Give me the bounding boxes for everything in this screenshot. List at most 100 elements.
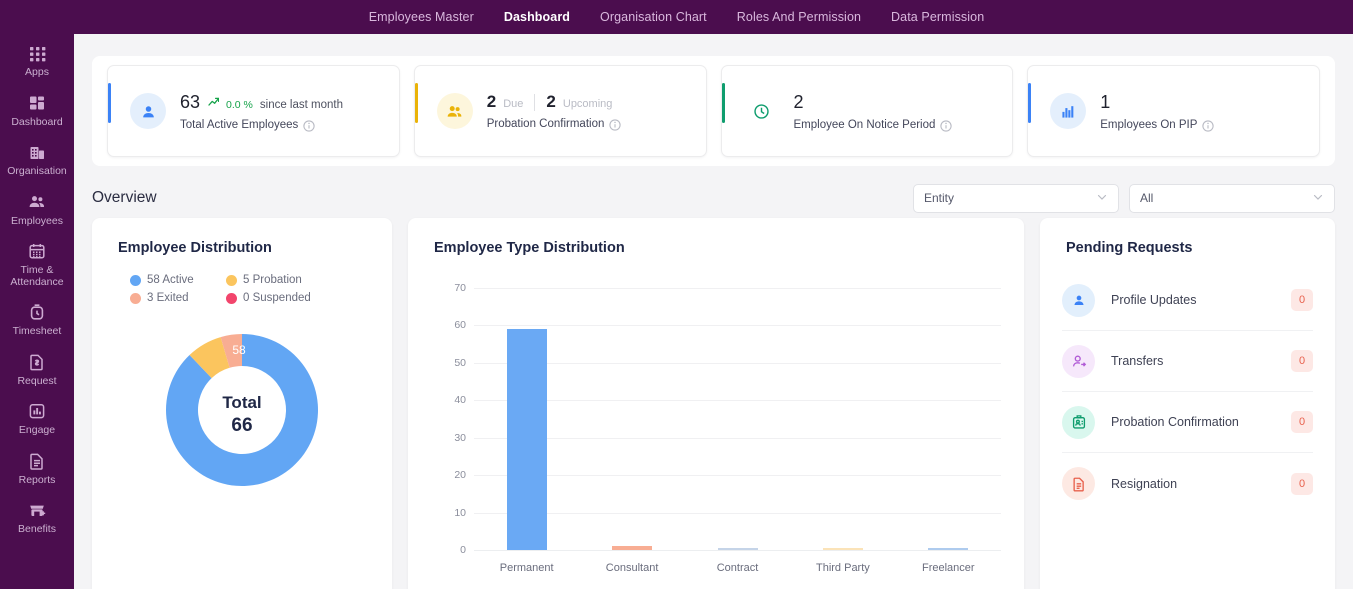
x-axis-line — [474, 550, 1001, 551]
employee-distribution-donut[interactable]: 58 Total 66 — [154, 322, 330, 498]
gridline — [474, 400, 1001, 402]
legend-item: 58 Active — [130, 274, 226, 286]
kpi-card-total-active-employees[interactable]: 63 0.0 % since last month Total Active E… — [107, 65, 400, 157]
kpi-label-row: Total Active Employees — [180, 118, 343, 132]
kpi-label: Probation Confirmation — [486, 118, 605, 130]
pending-request-row[interactable]: Transfers 0 — [1062, 331, 1313, 392]
sidebar-item-request[interactable]: Request — [0, 345, 74, 395]
pending-request-label: Resignation — [1111, 476, 1178, 491]
y-axis-tick: 50 — [454, 356, 466, 369]
sidebar-item-label: Organisation — [7, 165, 67, 177]
sidebar-item-dashboard[interactable]: Dashboard — [0, 86, 74, 136]
legend-color-dot — [226, 292, 237, 304]
topnav-item-roles-and-permission[interactable]: Roles And Permission — [737, 10, 861, 24]
topnav-item-organisation-chart[interactable]: Organisation Chart — [600, 10, 707, 24]
kpi-accent-bar — [1028, 83, 1032, 123]
sidebar-item-apps[interactable]: Apps — [0, 36, 74, 86]
pending-requests-list: Profile Updates 0 Transfers 0 Probation … — [1040, 270, 1335, 514]
benefits-icon — [27, 500, 47, 520]
clock-icon — [743, 93, 780, 129]
dashboard-icon — [27, 93, 47, 113]
legend-color-dot — [130, 274, 141, 286]
bar-chart: 70 60 50 40 30 20 10 0 Permanent Consultant Contra… — [408, 274, 1024, 589]
legend-color-dot — [226, 274, 237, 286]
sidebar-item-reports[interactable]: Reports — [0, 444, 74, 494]
kpi-label-row: Employee On Notice Period — [793, 118, 953, 132]
top-navigation-bar: Employees Master Dashboard Organisation Ch… — [0, 0, 1353, 34]
x-axis-tick-freelancer: Freelancer — [922, 562, 975, 574]
entity-filter-select[interactable]: Entity — [913, 183, 1119, 213]
kpi-card-employees-on-pip[interactable]: 1 Employees On PIP — [1027, 65, 1320, 157]
employee-distribution-panel: Employee Distribution 58 Active 5 Probat… — [92, 218, 392, 589]
gridline — [474, 437, 1001, 439]
sidebar-item-engage[interactable]: Engage — [0, 394, 74, 444]
bar-permanent[interactable] — [506, 329, 547, 550]
apps-grid-icon — [27, 43, 47, 63]
employee-type-distribution-panel: Employee Type Distribution 70 60 50 40 30 20 1… — [408, 218, 1024, 589]
sidebar-item-label: Employees — [11, 214, 63, 227]
calendar-icon — [27, 241, 47, 261]
gridline — [474, 475, 1001, 477]
sidebar-item-benefits[interactable]: Benefits — [0, 493, 74, 543]
kpi-card-row: 63 0.0 % since last month Total Active E… — [92, 56, 1335, 166]
x-axis-tick-contract: Contract — [716, 562, 759, 574]
page-title: Overview — [92, 189, 157, 206]
donut-slice-label: 58 — [232, 343, 246, 357]
kpi-label-row: Employees On PIP — [1100, 119, 1215, 132]
sidebar-item-label: Engage — [18, 424, 56, 436]
employee-type-title: Employee Type Distribution — [434, 240, 625, 256]
kpi-accent-bar — [108, 83, 111, 123]
kpi-value: 2 — [793, 91, 804, 112]
info-icon[interactable] — [1202, 119, 1215, 132]
pending-request-row[interactable]: Probation Confirmation 0 — [1062, 392, 1313, 453]
pending-request-row[interactable]: Resignation 0 — [1062, 453, 1313, 514]
building-icon — [27, 142, 47, 162]
kpi-label: Employee On Notice Period — [793, 118, 936, 131]
main-content: 63 0.0 % since last month Total Active E… — [74, 34, 1353, 589]
info-icon[interactable] — [303, 119, 315, 132]
x-axis-tick-consultant: Consultant — [605, 562, 659, 574]
kpi-value: 1 — [1100, 91, 1111, 112]
kpi-value-row: 2 — [794, 92, 953, 113]
sidebar-item-employees[interactable]: Employees — [0, 185, 74, 235]
y-axis-tick: 40 — [454, 394, 466, 407]
employee-distribution-title: Employee Distribution — [118, 240, 272, 256]
sidebar-item-timesheet[interactable]: Timesheet — [0, 295, 74, 345]
pending-request-label: Profile Updates — [1111, 293, 1197, 307]
chart-bars-icon — [1050, 93, 1087, 129]
topnav-item-data-permission[interactable]: Data Permission — [891, 10, 984, 24]
document-icon — [1062, 467, 1095, 500]
sidebar-item-label: Timesheet — [12, 325, 62, 337]
pending-request-count-badge: 0 — [1291, 411, 1313, 433]
y-axis-tick: 10 — [454, 506, 466, 519]
kpi-value-row: 1 — [1100, 92, 1214, 113]
kpi-card-probation-confirmation[interactable]: 2 Due 2 Upcoming Probation Confirmation — [413, 65, 707, 157]
pending-request-row[interactable]: Profile Updates 0 — [1062, 270, 1313, 331]
topnav-item-employees-master[interactable]: Employees Master — [369, 10, 474, 24]
gridline — [474, 362, 1001, 364]
info-icon[interactable] — [609, 118, 622, 131]
sidebar-item-time-attendance[interactable]: Time & Attendance — [0, 234, 74, 295]
divider — [534, 93, 536, 111]
all-filter-select[interactable]: All — [1129, 183, 1335, 213]
gridline — [474, 288, 1001, 289]
kpi-label: Total Active Employees — [180, 118, 299, 131]
sidebar-item-organisation[interactable]: Organisation — [0, 135, 74, 185]
sidebar-item-label: Benefits — [18, 523, 56, 535]
all-filter-value: All — [1140, 191, 1154, 205]
kpi-value-2: 2 — [546, 92, 556, 111]
overview-header: Overview Entity All — [92, 180, 1335, 216]
legend-item: 0 Suspended — [226, 292, 336, 304]
topnav-item-dashboard[interactable]: Dashboard — [504, 10, 570, 24]
kpi-card-employee-on-notice-period[interactable]: 2 Employee On Notice Period — [720, 65, 1014, 157]
person-circle-icon — [1062, 283, 1095, 317]
kpi-value-row: 63 0.0 % since last month — [180, 92, 343, 113]
pending-request-label: Transfers — [1111, 354, 1164, 368]
y-axis-tick: 20 — [454, 469, 466, 482]
kpi-value: 63 — [180, 91, 201, 112]
kpi-value2-sublabel: Upcoming — [562, 98, 613, 110]
info-icon[interactable] — [940, 119, 953, 132]
x-axis-tick-third-party: Third Party — [815, 562, 870, 574]
person-icon — [130, 93, 166, 129]
pending-request-count-badge: 0 — [1291, 289, 1313, 311]
